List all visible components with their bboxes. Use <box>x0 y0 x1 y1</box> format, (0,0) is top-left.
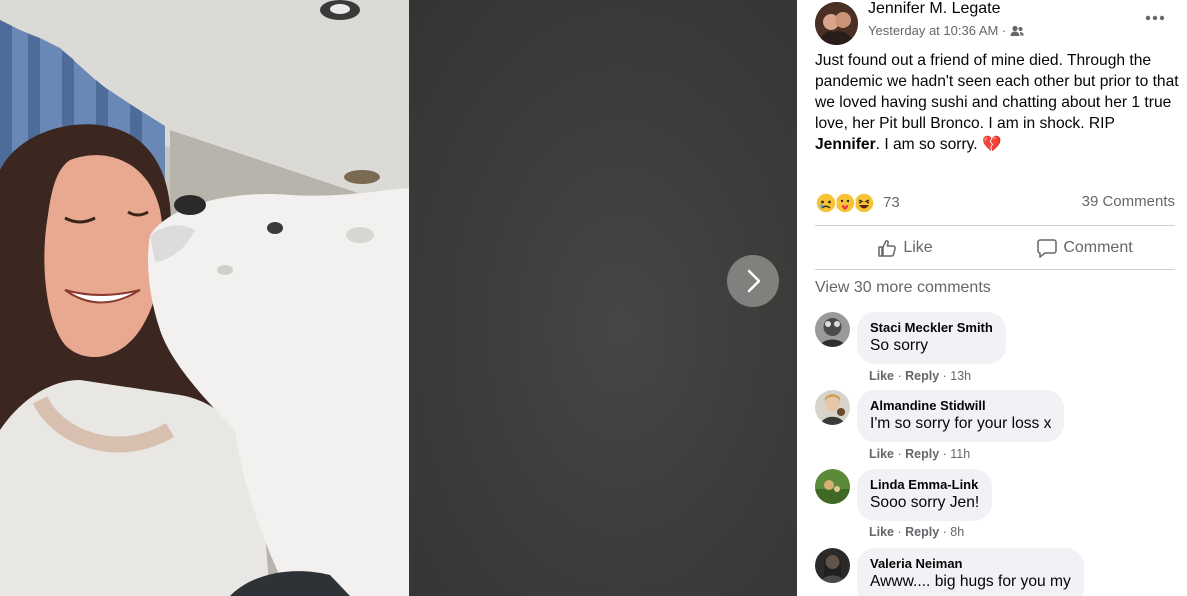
reactions-summary[interactable]: 73 39 Comments <box>815 190 1175 216</box>
photo-viewer <box>0 0 797 596</box>
post-meta: Yesterday at 10:36 AM · <box>868 23 1025 38</box>
comment: Linda Emma-Link Sooo sorry Jen! Like · R… <box>815 469 1180 545</box>
friends-icon <box>1010 25 1025 36</box>
commenter-name[interactable]: Staci Meckler Smith <box>870 320 993 336</box>
chevron-right-icon <box>747 269 761 293</box>
author-avatar[interactable] <box>815 2 858 45</box>
comment-text: Awww.... big hugs for you my <box>870 573 1071 590</box>
divider <box>815 269 1175 270</box>
comment-button[interactable]: Comment <box>995 227 1175 269</box>
comment-bubble: Linda Emma-Link Sooo sorry Jen! <box>857 469 993 521</box>
comment-label: Comment <box>1063 239 1133 256</box>
comment-meta: Like · Reply · 11h <box>869 447 971 461</box>
thumbs-up-icon <box>878 240 897 257</box>
comment-reply-link[interactable]: Reply <box>905 447 939 461</box>
reaction-count[interactable]: 73 <box>883 194 900 211</box>
post-text-bold: Jennifer <box>815 136 876 153</box>
care-reaction-icon <box>834 192 856 214</box>
next-photo-button[interactable] <box>727 255 779 307</box>
comment-reply-link[interactable]: Reply <box>905 369 939 383</box>
comments-count-link[interactable]: 39 Comments <box>1082 193 1175 210</box>
commenter-name[interactable]: Linda Emma-Link <box>870 477 979 493</box>
comment-text: So sorry <box>870 337 929 354</box>
author-name[interactable]: Jennifer M. Legate <box>868 0 1001 18</box>
comment-time[interactable]: 13h <box>950 369 971 383</box>
divider <box>815 225 1175 226</box>
speech-bubble-icon <box>1037 239 1058 258</box>
more-horizontal-icon <box>1145 15 1165 21</box>
commenter-name[interactable]: Valeria Neiman <box>870 556 1071 572</box>
comment-like-link[interactable]: Like <box>869 525 894 539</box>
sad-reaction-icon <box>815 192 837 214</box>
commenter-avatar[interactable] <box>815 469 850 504</box>
comment-text: Sooo sorry Jen! <box>870 494 980 511</box>
post-text-part: Just found out a friend of mine died. Th… <box>815 52 1179 132</box>
view-more-comments-link[interactable]: View 30 more comments <box>815 279 991 297</box>
reaction-icons <box>815 190 875 216</box>
comment-time[interactable]: 11h <box>950 447 970 461</box>
comment-meta: Like · Reply · 8h <box>869 525 965 539</box>
comment-like-link[interactable]: Like <box>869 447 894 461</box>
comment-reply-link[interactable]: Reply <box>905 525 939 539</box>
haha-reaction-icon <box>853 192 875 214</box>
more-options-button[interactable] <box>1143 6 1167 30</box>
post-text-part: . I am so sorry. <box>875 136 982 153</box>
broken-heart-emoji: 💔 <box>981 136 1002 153</box>
comment-bubble: Almandine Stidwill I'm so sorry for your… <box>857 390 1065 442</box>
commenter-avatar[interactable] <box>815 312 850 347</box>
like-label: Like <box>903 239 933 256</box>
commenter-avatar[interactable] <box>815 390 850 425</box>
comment-text: I'm so sorry for your loss x <box>870 415 1052 432</box>
post-header: Jennifer M. Legate Yesterday at 10:36 AM… <box>815 0 1175 45</box>
comment: Almandine Stidwill I'm so sorry for your… <box>815 390 1180 466</box>
commenter-name[interactable]: Almandine Stidwill <box>870 398 1051 414</box>
post-timestamp[interactable]: Yesterday at 10:36 AM · <box>868 23 1006 38</box>
comment-bubble: Valeria Neiman Awww.... big hugs for you… <box>857 548 1084 596</box>
commenter-avatar[interactable] <box>815 548 850 583</box>
like-button[interactable]: Like <box>815 227 995 269</box>
comment-bubble: Staci Meckler Smith So sorry <box>857 312 1006 364</box>
post-panel: Jennifer M. Legate Yesterday at 10:36 AM… <box>797 0 1187 596</box>
comment: Valeria Neiman Awww.... big hugs for you… <box>815 548 1180 596</box>
post-text: Just found out a friend of mine died. Th… <box>815 50 1180 155</box>
comment-like-link[interactable]: Like <box>869 369 894 383</box>
post-photo[interactable] <box>0 0 409 596</box>
comment-time[interactable]: 8h <box>950 525 964 539</box>
comment-meta: Like · Reply · 13h <box>869 369 972 383</box>
comment: Staci Meckler Smith So sorry Like · Repl… <box>815 312 1180 388</box>
post-actions: Like Comment <box>815 227 1175 269</box>
